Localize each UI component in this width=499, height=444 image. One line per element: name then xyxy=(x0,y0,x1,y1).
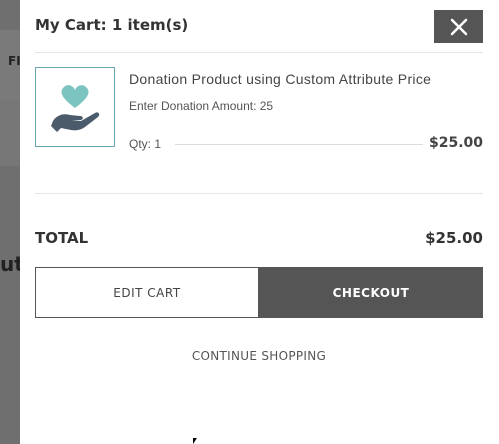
background-nav xyxy=(0,100,20,166)
product-name-link[interactable]: Donation Product using Custom Attribute … xyxy=(129,71,431,87)
divider xyxy=(35,193,483,194)
cart-item: Donation Product using Custom Attribute … xyxy=(35,67,483,157)
continue-shopping-link[interactable]: CONTINUE SHOPPING xyxy=(35,349,483,363)
divider xyxy=(35,52,483,53)
mouse-cursor xyxy=(193,438,197,444)
total-value: $25.00 xyxy=(425,229,483,247)
total-label: TOTAL xyxy=(35,229,89,247)
product-qty: Qty: 1 xyxy=(129,137,162,151)
cart-actions: EDIT CART CHECKOUT xyxy=(35,267,483,318)
checkout-button[interactable]: CHECKOUT xyxy=(259,267,483,318)
mini-cart-drawer: My Cart: 1 item(s) Donation Product usin… xyxy=(20,0,499,444)
product-option: Enter Donation Amount: 25 xyxy=(129,99,274,113)
cart-title: My Cart: 1 item(s) xyxy=(35,16,189,34)
close-icon xyxy=(450,18,467,35)
qty-price-separator xyxy=(175,144,423,145)
background-header-text: FI xyxy=(8,54,21,68)
edit-cart-button[interactable]: EDIT CART xyxy=(35,267,259,318)
product-price: $25.00 xyxy=(428,135,483,151)
product-thumbnail[interactable] xyxy=(35,67,115,147)
heart-hand-icon xyxy=(51,85,100,132)
close-button[interactable] xyxy=(434,10,483,43)
